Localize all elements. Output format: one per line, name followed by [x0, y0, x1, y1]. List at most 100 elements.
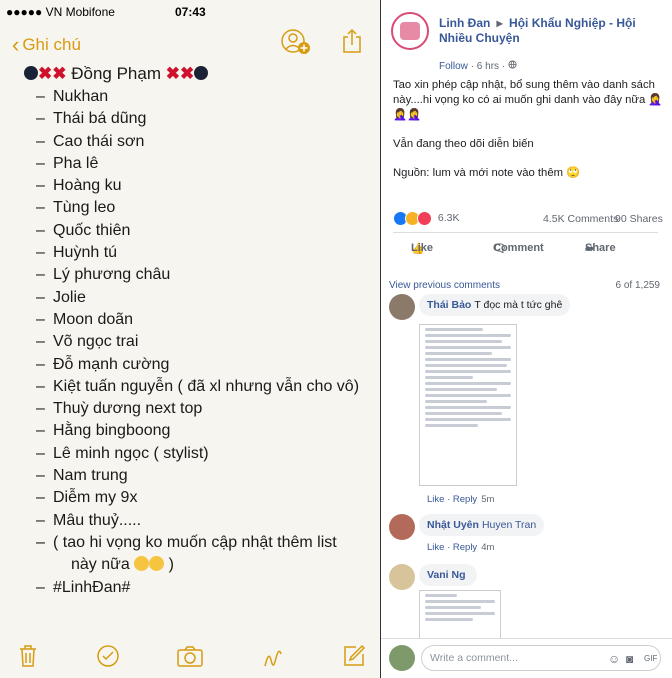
list-item: Pha lê	[36, 153, 374, 176]
x-mark-icon: ✖✖	[165, 64, 195, 83]
divider	[393, 232, 658, 233]
list-item: Lý phương châu	[36, 264, 374, 287]
list-item: Hằng bingboong	[36, 420, 374, 443]
comment-text: T đọc mà t tức ghê	[474, 299, 563, 311]
comment-bubble: Nhật Uyên Huyen Tran	[419, 514, 545, 536]
arrow-right-icon: ▸	[496, 16, 503, 30]
avatar[interactable]	[389, 294, 415, 320]
list-item: Huỳnh tú	[36, 242, 374, 265]
note-title: ✖✖ Đồng Phạm ✖✖	[24, 64, 374, 84]
comment-time: 5m	[481, 494, 495, 505]
checklist-icon[interactable]	[96, 644, 120, 674]
post-stats: 6.3K 4.5K Comments 90 Shares	[393, 211, 663, 227]
avatar[interactable]	[389, 514, 415, 540]
back-button[interactable]: ‹ Ghi chú	[12, 32, 81, 58]
notes-navbar: ‹ Ghi chú	[0, 26, 380, 62]
reactions-count: 6.3K	[437, 212, 460, 225]
add-person-icon[interactable]	[281, 28, 311, 62]
list-item: Nam trung	[36, 465, 374, 488]
comment-reply-link[interactable]: Reply	[453, 494, 477, 505]
list-item: Quốc thiên	[36, 220, 374, 243]
note-body[interactable]: ✖✖ Đồng Phạm ✖✖ Nukhan Thái bá dũng Cao …	[24, 64, 374, 599]
comment-time: 4m	[481, 542, 495, 553]
comment-actions: Like · Reply 5m	[427, 494, 495, 505]
list-item: #LinhĐan#	[36, 577, 374, 600]
x-mark-icon: ✖✖	[38, 64, 67, 83]
post-meta: Follow · 6 hrs ·	[439, 60, 517, 72]
notes-toolbar	[0, 640, 380, 676]
post-text: Tao xin phép cập nhật, bổ sung thêm vào …	[393, 78, 663, 195]
comment-label: Comment	[493, 242, 544, 254]
post-paragraph: Tao xin phép cập nhật, bổ sung thêm vào …	[393, 79, 663, 121]
notes-screenshot: ●●●●● VN Mobifone 07:43 ⊙ ✱ ‹Ghi chú ✖✖ …	[0, 0, 381, 678]
closing-paren: )	[168, 556, 174, 574]
commenter-name[interactable]: Nhật Uyên	[427, 519, 479, 531]
status-bar: ●●●●● VN Mobifone 07:43 ⊙ ✱	[0, 0, 380, 24]
note-list: Nukhan Thái bá dũng Cao thái sơn Pha lê …	[24, 86, 374, 599]
comment-like-link[interactable]: Like	[427, 494, 444, 505]
group-avatar[interactable]	[391, 12, 429, 50]
eye-roll-emoji-icon	[134, 556, 150, 572]
commenter-name[interactable]: Vani Ng	[427, 569, 466, 581]
list-item: Jolie	[36, 287, 374, 310]
clock: 07:43	[175, 5, 206, 19]
comment-reply-link[interactable]: Reply	[453, 542, 477, 553]
list-item: Cao thái sơn	[36, 131, 374, 154]
reaction-icons[interactable]: 6.3K	[393, 211, 460, 226]
list-item: Thái bá dũng	[36, 108, 374, 131]
list-item: Nukhan	[36, 86, 374, 109]
comments-section: View previous comments 6 of 1,259 Thái B…	[381, 268, 672, 640]
comment-image[interactable]	[419, 590, 501, 640]
post-author: Linh Đan ▸ Hội Khẩu Nghiệp - Hội Nhiều C…	[439, 16, 661, 46]
compose-icon[interactable]	[342, 644, 366, 674]
list-item: Hoàng ku	[36, 175, 374, 198]
carrier-label: ●●●●● VN Mobifone	[6, 5, 115, 19]
comment-placeholder: Write a comment...	[430, 652, 518, 664]
camera-icon[interactable]	[176, 644, 204, 674]
comment-image[interactable]	[419, 324, 517, 486]
view-previous-comments-link[interactable]: View previous comments	[389, 280, 500, 291]
list-item: này nữa )	[36, 554, 374, 576]
trash-icon[interactable]	[18, 644, 38, 674]
facebook-post: Linh Đan ▸ Hội Khẩu Nghiệp - Hội Nhiều C…	[381, 0, 672, 678]
share-icon[interactable]	[341, 28, 363, 60]
comments-count[interactable]: 4.5K Comments	[543, 213, 618, 225]
comment-bubble: Thái Bảo T đọc mà t tức ghê	[419, 294, 571, 316]
comments-pager: 6 of 1,259	[615, 280, 660, 291]
list-item: Mâu thuỷ.....	[36, 510, 374, 533]
share-label: Share	[585, 242, 616, 254]
list-item: Võ ngọc trai	[36, 331, 374, 354]
comment-input[interactable]: Write a comment... ☺ ◙ GIF	[421, 645, 661, 671]
post-paragraph: Vẫn đang theo dõi diễn biến	[393, 138, 534, 150]
list-item: Diễm my 9x	[36, 487, 374, 510]
sketch-icon[interactable]	[262, 644, 284, 676]
comment-text: Huyen Tran	[481, 519, 537, 531]
comment-bubble: Vani Ng	[419, 564, 477, 586]
closing-line: này nữa	[71, 556, 130, 574]
list-item: ( tao hi vọng ko muốn cập nhật thêm list	[36, 532, 374, 555]
gif-icon[interactable]: GIF	[644, 654, 657, 663]
camera-icon[interactable]: ◙	[626, 652, 633, 666]
comment-composer: Write a comment... ☺ ◙ GIF	[381, 638, 672, 678]
shares-count[interactable]: 90 Shares	[615, 213, 663, 225]
list-item: Lê minh ngọc ( stylist)	[36, 443, 374, 466]
closing-line: ( tao hi vọng ko muốn cập nhật thêm list	[53, 533, 337, 551]
ball-icon	[24, 66, 38, 80]
comment-like-link[interactable]: Like	[427, 542, 444, 553]
chevron-left-icon: ‹	[12, 32, 20, 57]
list-item: Tùng leo	[36, 197, 374, 220]
avatar[interactable]	[389, 564, 415, 590]
author-link[interactable]: Linh Đan	[439, 16, 490, 30]
love-reaction-icon	[417, 211, 432, 226]
commenter-name[interactable]: Thái Bảo	[427, 299, 471, 311]
list-item: Đỗ mạnh cường	[36, 354, 374, 377]
list-item: Kiệt tuấn nguyễn ( đã xl nhưng vẫn cho v…	[36, 376, 374, 399]
list-item: Thuỳ dương next top	[36, 398, 374, 421]
avatar	[389, 645, 415, 671]
ball-icon	[194, 66, 209, 80]
post-paragraph: Nguồn: lum và mới note vào thêm 🙄	[393, 167, 581, 179]
post-time: · 6 hrs ·	[470, 61, 506, 72]
emoji-icon[interactable]: ☺	[608, 652, 620, 666]
follow-link[interactable]: Follow	[439, 61, 468, 72]
list-item: Moon doãn	[36, 309, 374, 332]
